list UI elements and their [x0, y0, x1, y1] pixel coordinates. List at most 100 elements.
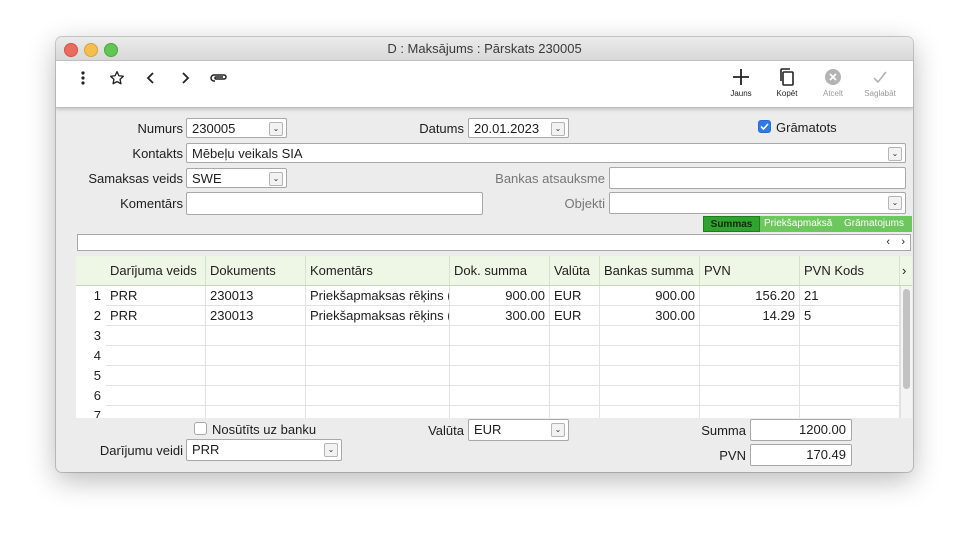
- komentars-input[interactable]: [186, 192, 483, 215]
- samaksas-select[interactable]: SWE ⌄: [186, 168, 287, 188]
- cell-dok-summa[interactable]: 300.00: [450, 306, 550, 326]
- new-button[interactable]: Jauns: [721, 67, 761, 98]
- cell-pvn[interactable]: [700, 326, 800, 346]
- cell-komentars[interactable]: Priekšapmaksas rēķins (: [306, 286, 450, 306]
- cell-pvn-kods[interactable]: [800, 346, 900, 366]
- column-header-bankas-summa[interactable]: Bankas summa: [600, 256, 700, 285]
- cell-komentars[interactable]: [306, 386, 450, 406]
- cell-bankas-summa[interactable]: [600, 366, 700, 386]
- cell-darijuma-veids[interactable]: [106, 366, 206, 386]
- column-header-darijuma-veids[interactable]: Darījuma veids: [106, 256, 206, 285]
- cell-valuta[interactable]: [550, 326, 600, 346]
- cell-dokuments[interactable]: [206, 346, 306, 366]
- column-header-valuta[interactable]: Valūta: [550, 256, 600, 285]
- cell-bankas-summa[interactable]: 900.00: [600, 286, 700, 306]
- cell-komentars[interactable]: [306, 406, 450, 418]
- table-row[interactable]: 5: [76, 366, 900, 386]
- cell-darijuma-veids[interactable]: [106, 326, 206, 346]
- cell-pvn[interactable]: 156.20: [700, 286, 800, 306]
- table-row[interactable]: 4: [76, 346, 900, 366]
- cell-darijuma-veids[interactable]: [106, 406, 206, 418]
- cell-bankas-summa[interactable]: [600, 406, 700, 418]
- chevron-left-icon[interactable]: [139, 66, 163, 90]
- cell-pvn[interactable]: [700, 386, 800, 406]
- tab-prieksapmaksa[interactable]: Priekšapmaksā: [760, 216, 844, 232]
- tab-summas[interactable]: Summas: [703, 216, 760, 232]
- cell-valuta[interactable]: [550, 386, 600, 406]
- nosutits-checkbox[interactable]: [194, 422, 207, 435]
- kontakts-select[interactable]: Mēbeļu veikals SIA ⌄: [186, 143, 906, 163]
- column-header-komentars[interactable]: Komentārs: [306, 256, 450, 285]
- table-row[interactable]: 6: [76, 386, 900, 406]
- cell-dokuments[interactable]: 230013: [206, 306, 306, 326]
- cell-komentars[interactable]: [306, 366, 450, 386]
- cell-dokuments[interactable]: [206, 386, 306, 406]
- cell-valuta[interactable]: [550, 406, 600, 418]
- cell-dok-summa[interactable]: [450, 386, 550, 406]
- cell-pvn-kods[interactable]: [800, 366, 900, 386]
- vertical-scrollbar[interactable]: [900, 286, 912, 418]
- cell-bankas-summa[interactable]: 300.00: [600, 306, 700, 326]
- cell-darijuma-veids[interactable]: PRR: [106, 306, 206, 326]
- cell-bankas-summa[interactable]: [600, 326, 700, 346]
- table-row[interactable]: 1 PRR 230013 Priekšapmaksas rēķins (900.00 E…: [76, 286, 900, 306]
- cell-dok-summa[interactable]: [450, 346, 550, 366]
- cell-pvn[interactable]: [700, 366, 800, 386]
- tab-gramatojums[interactable]: Grāmatojums: [840, 216, 912, 232]
- bankas-atsauksme-input[interactable]: [609, 167, 906, 189]
- cell-dokuments[interactable]: 230013: [206, 286, 306, 306]
- cell-dok-summa[interactable]: 900.00: [450, 286, 550, 306]
- cell-pvn-kods[interactable]: 5: [800, 306, 900, 326]
- cell-darijuma-veids[interactable]: [106, 346, 206, 366]
- cell-pvn-kods[interactable]: [800, 386, 900, 406]
- cell-pvn[interactable]: 14.29: [700, 306, 800, 326]
- chevron-right-icon[interactable]: ›: [902, 256, 906, 285]
- cell-dokuments[interactable]: [206, 366, 306, 386]
- valuta-select[interactable]: EUR ⌄: [468, 419, 569, 441]
- cell-dok-summa[interactable]: [450, 326, 550, 346]
- table-row[interactable]: 2 PRR 230013 Priekšapmaksas rēķins (300.00 E…: [76, 306, 900, 326]
- copy-button[interactable]: Kopēt: [767, 67, 807, 98]
- column-header-dokuments[interactable]: Dokuments: [206, 256, 306, 285]
- cell-valuta[interactable]: EUR: [550, 286, 600, 306]
- scrollbar-thumb[interactable]: [903, 289, 910, 389]
- cell-valuta[interactable]: [550, 346, 600, 366]
- cell-darijuma-veids[interactable]: [106, 386, 206, 406]
- save-button[interactable]: Saglabāt: [860, 67, 900, 98]
- more-vertical-icon[interactable]: [71, 66, 95, 90]
- paperclip-icon[interactable]: [207, 66, 231, 90]
- cell-komentars[interactable]: [306, 346, 450, 366]
- cell-darijuma-veids[interactable]: PRR: [106, 286, 206, 306]
- cell-dokuments[interactable]: [206, 326, 306, 346]
- cell-bankas-summa[interactable]: [600, 386, 700, 406]
- cell-komentars[interactable]: [306, 326, 450, 346]
- horizontal-scrollbar[interactable]: ‹ ›: [77, 234, 911, 251]
- gramatots-checkbox[interactable]: [758, 120, 771, 133]
- cell-valuta[interactable]: EUR: [550, 306, 600, 326]
- column-header-pvn-kods[interactable]: PVN Kods: [800, 256, 900, 285]
- numurs-select[interactable]: 230005 ⌄: [186, 118, 287, 138]
- cell-dok-summa[interactable]: [450, 366, 550, 386]
- cell-dok-summa[interactable]: [450, 406, 550, 418]
- column-header-pvn[interactable]: PVN: [700, 256, 800, 285]
- table-row[interactable]: 3: [76, 326, 900, 346]
- chevron-right-icon[interactable]: [173, 66, 197, 90]
- cell-pvn-kods[interactable]: 21: [800, 286, 900, 306]
- scroll-left-icon[interactable]: ‹: [886, 235, 890, 250]
- scroll-right-icon[interactable]: ›: [901, 235, 905, 250]
- cancel-button[interactable]: Atcelt: [813, 67, 853, 98]
- cell-pvn-kods[interactable]: [800, 326, 900, 346]
- cell-pvn[interactable]: [700, 346, 800, 366]
- datums-select[interactable]: 20.01.2023 ⌄: [468, 118, 569, 138]
- cell-dokuments[interactable]: [206, 406, 306, 418]
- cell-pvn[interactable]: [700, 406, 800, 418]
- star-icon[interactable]: [105, 66, 129, 90]
- cell-bankas-summa[interactable]: [600, 346, 700, 366]
- darijumu-veidi-select[interactable]: PRR ⌄: [186, 439, 342, 461]
- objekti-select[interactable]: ⌄: [609, 192, 906, 214]
- table-row[interactable]: 7: [76, 406, 900, 418]
- column-header-dok-summa[interactable]: Dok. summa: [450, 256, 550, 285]
- cell-komentars[interactable]: Priekšapmaksas rēķins (: [306, 306, 450, 326]
- cell-valuta[interactable]: [550, 366, 600, 386]
- cell-pvn-kods[interactable]: [800, 406, 900, 418]
